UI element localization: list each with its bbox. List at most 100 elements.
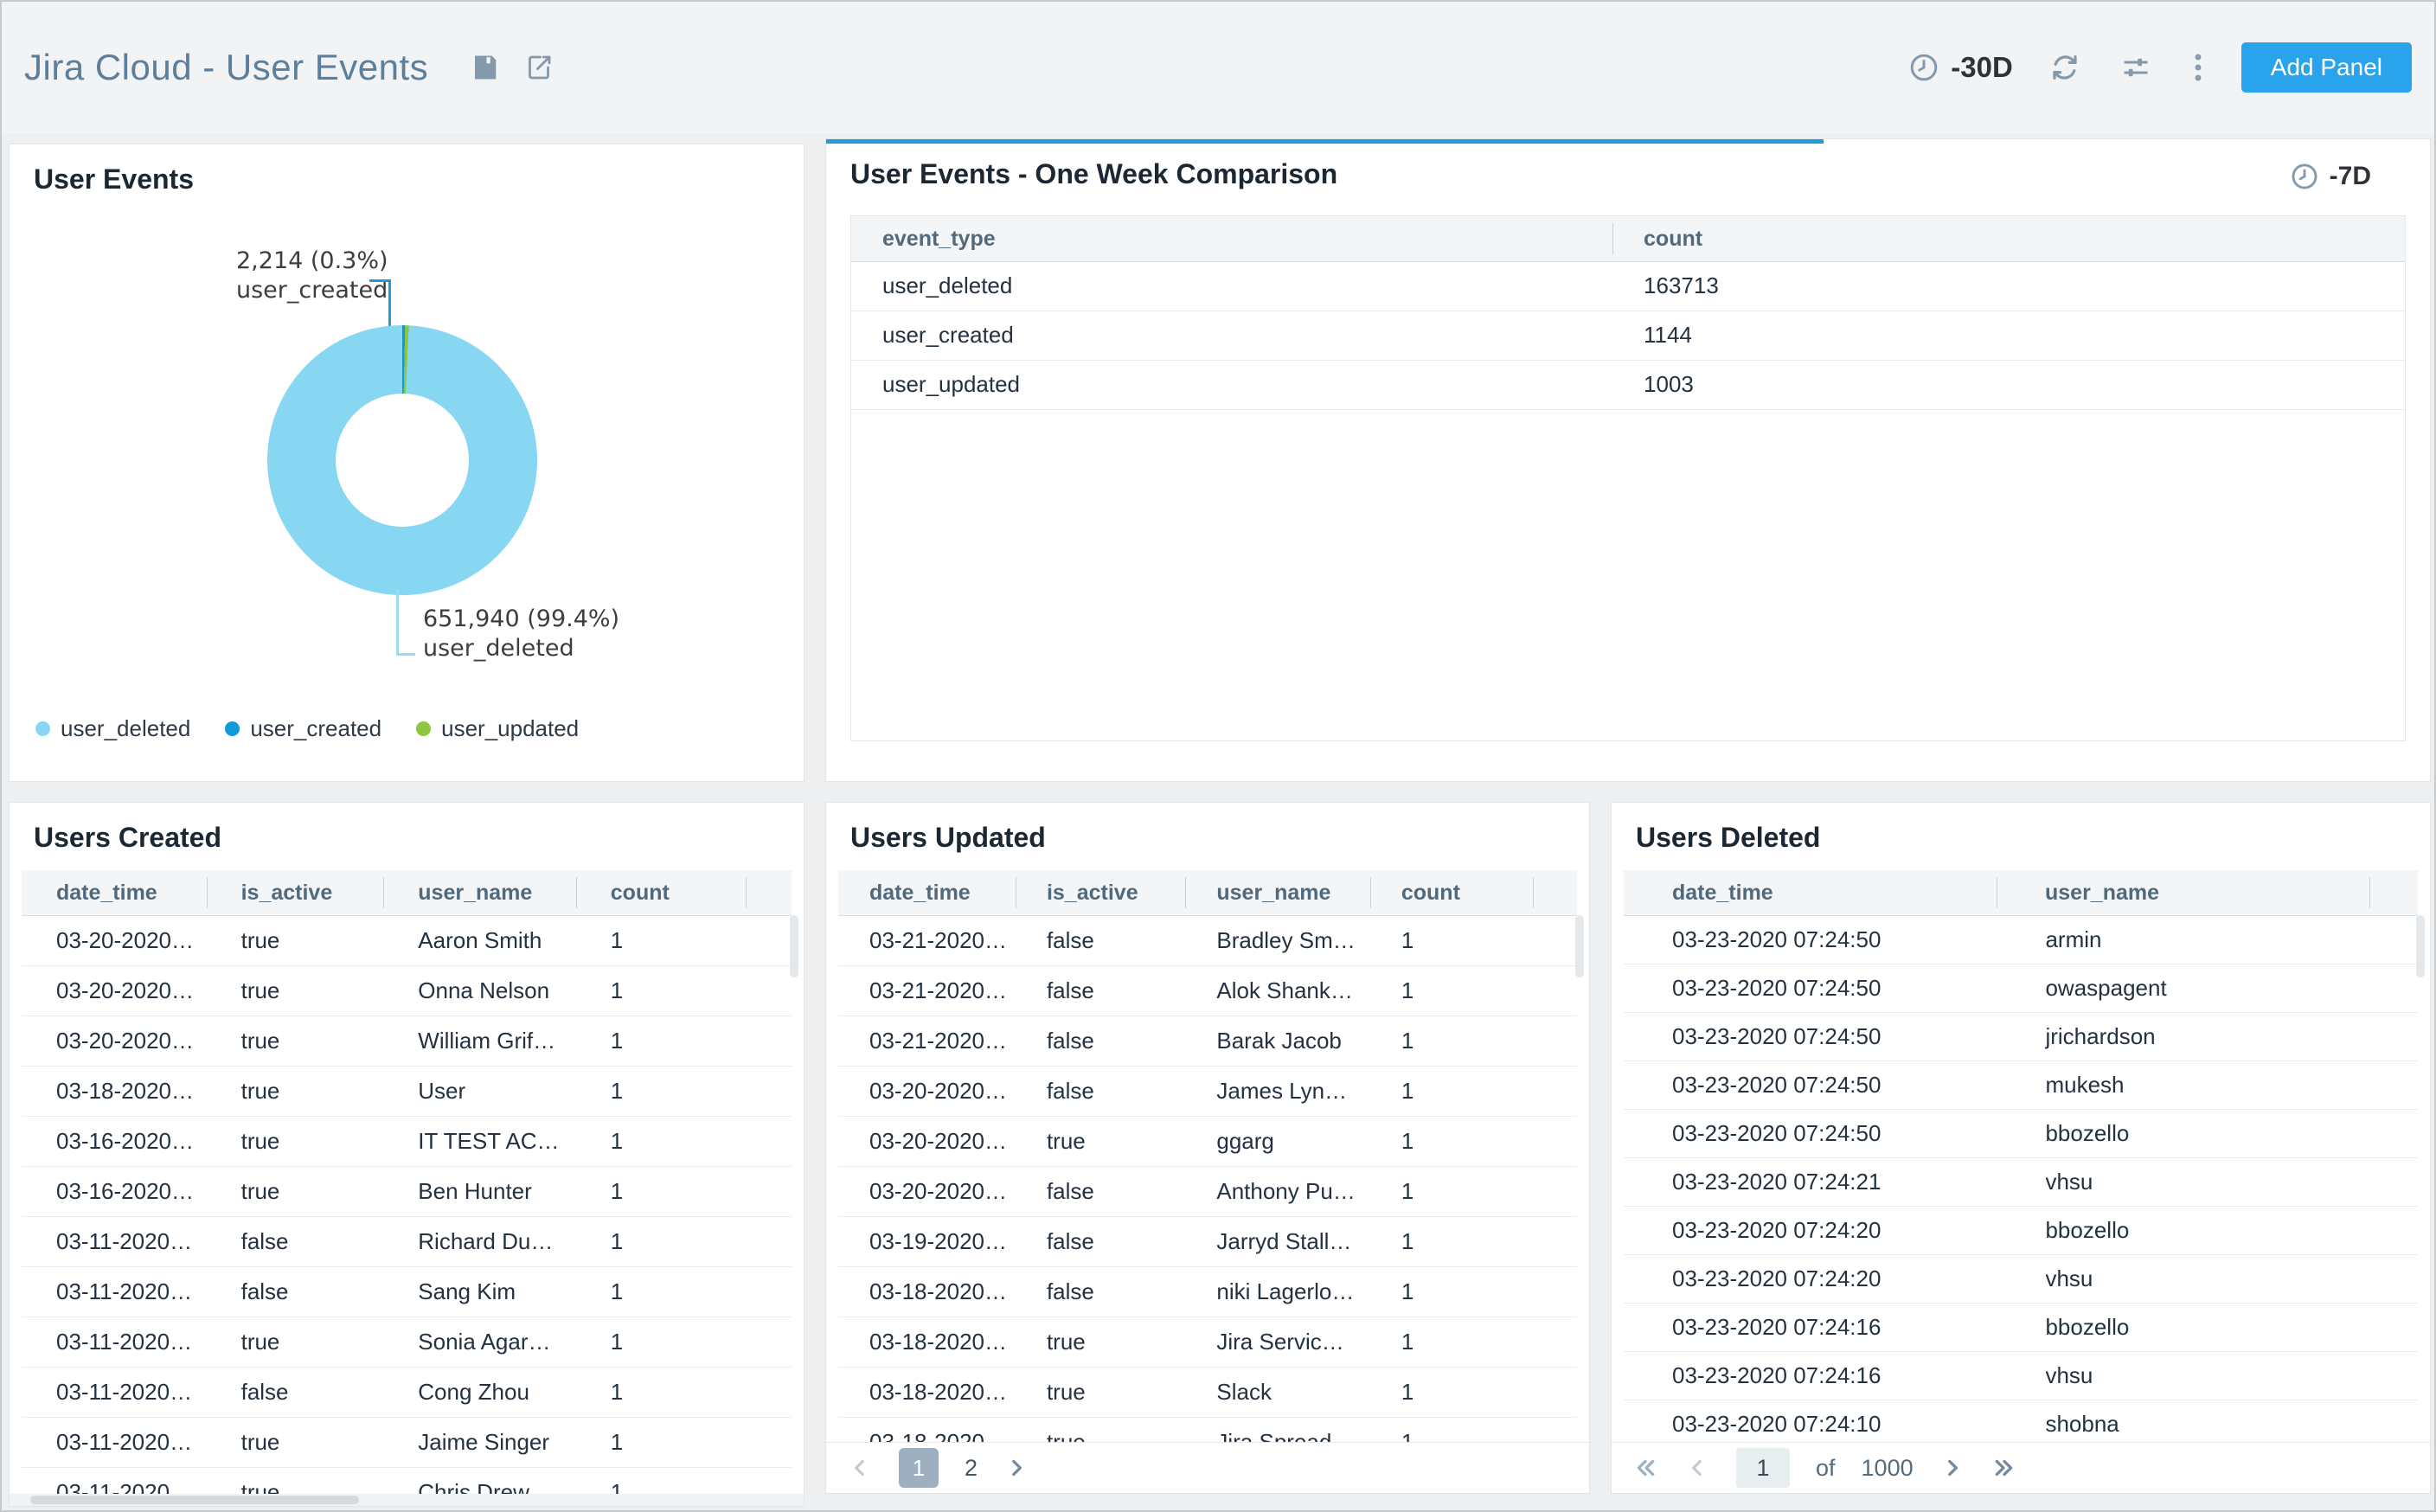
table-cell: User bbox=[383, 1067, 576, 1116]
table-cell: 1 bbox=[1370, 1267, 1533, 1317]
current-page-input[interactable]: 1 bbox=[1736, 1448, 1790, 1488]
kebab-menu-icon[interactable] bbox=[2188, 48, 2208, 86]
table-row[interactable]: 03-20-2020…trueAaron Smith1 bbox=[22, 916, 792, 966]
column-header-count[interactable]: count bbox=[576, 870, 746, 915]
column-header-is-active[interactable]: is_active bbox=[1016, 870, 1185, 915]
donut-chart[interactable] bbox=[267, 325, 537, 595]
table-cell: 1 bbox=[576, 1418, 746, 1467]
share-icon[interactable] bbox=[520, 48, 558, 86]
table-cell: true bbox=[1016, 1368, 1185, 1417]
table-row[interactable]: 03-18-2020…trueJira Servic…1 bbox=[838, 1317, 1577, 1368]
table-row[interactable]: 03-23-2020 07:24:20vhsu bbox=[1624, 1255, 2418, 1304]
table-row[interactable]: 03-23-2020 07:24:21vhsu bbox=[1624, 1158, 2418, 1207]
table-cell: true bbox=[1016, 1317, 1185, 1367]
column-header-count[interactable]: count bbox=[1612, 216, 2405, 261]
column-header-user-name[interactable]: user_name bbox=[1185, 870, 1370, 915]
table-body: 03-23-2020 07:24:50armin03-23-2020 07:24… bbox=[1624, 916, 2418, 1449]
column-header-event-type[interactable]: event_type bbox=[851, 216, 1612, 261]
callout-value: 651,940 (99.4%) bbox=[423, 605, 619, 634]
table-cell: Bradley Sm… bbox=[1185, 916, 1370, 965]
table-cell: 1 bbox=[1370, 1067, 1533, 1116]
table-row[interactable]: 03-21-2020…falseBarak Jacob1 bbox=[838, 1016, 1577, 1067]
table-header-row: date_time user_name bbox=[1624, 870, 2418, 916]
callout-value: 2,214 (0.3%) bbox=[236, 247, 388, 276]
table-row[interactable]: 03-23-2020 07:24:20bbozello bbox=[1624, 1207, 2418, 1255]
column-header-is-active[interactable]: is_active bbox=[207, 870, 384, 915]
chevron-right-icon[interactable] bbox=[1939, 1455, 1965, 1481]
chart-legend: user_deleted user_created user_updated bbox=[35, 715, 579, 742]
table-row[interactable]: 03-20-2020…trueggarg1 bbox=[838, 1117, 1577, 1167]
scrollbar-thumb[interactable] bbox=[30, 1496, 359, 1504]
table-row[interactable]: 03-18-2020…trueUser1 bbox=[22, 1067, 792, 1117]
table-row[interactable]: 03-23-2020 07:24:50owaspagent bbox=[1624, 964, 2418, 1013]
table-row[interactable]: 03-11-2020…falseRichard Du…1 bbox=[22, 1217, 792, 1267]
table-row[interactable]: 03-21-2020…falseAlok Shank…1 bbox=[838, 966, 1577, 1016]
table-row[interactable]: 03-23-2020 07:24:50armin bbox=[1624, 916, 2418, 964]
legend-item-user-created[interactable]: user_created bbox=[225, 715, 381, 742]
column-header-date-time[interactable]: date_time bbox=[1624, 870, 1997, 915]
add-panel-button[interactable]: Add Panel bbox=[2241, 42, 2412, 93]
table-cell: 03-23-2020 07:24:50 bbox=[1624, 964, 1997, 1012]
chevron-left-icon[interactable] bbox=[1684, 1455, 1710, 1481]
table-cell: 1 bbox=[576, 1067, 746, 1116]
table-row[interactable]: 03-23-2020 07:24:16vhsu bbox=[1624, 1352, 2418, 1400]
vertical-scrollbar[interactable] bbox=[790, 915, 798, 977]
column-header-user-name[interactable]: user_name bbox=[1997, 870, 2369, 915]
table-row[interactable]: 03-11-2020…trueJaime Singer1 bbox=[22, 1418, 792, 1468]
table-cell: Slack bbox=[1185, 1368, 1370, 1417]
table-row[interactable]: 03-19-2020…falseJarryd Stall…1 bbox=[838, 1217, 1577, 1267]
legend-item-user-updated[interactable]: user_updated bbox=[416, 715, 579, 742]
table-row[interactable]: 03-11-2020…falseSang Kim1 bbox=[22, 1267, 792, 1317]
table-row[interactable]: 03-20-2020…falseAnthony Pu…1 bbox=[838, 1167, 1577, 1217]
last-page-icon[interactable] bbox=[1991, 1455, 2017, 1481]
panel-one-week-comparison: User Events - One Week Comparison -7D ev… bbox=[825, 138, 2431, 782]
column-header-date-time[interactable]: date_time bbox=[838, 870, 1016, 915]
column-header-count[interactable]: count bbox=[1370, 870, 1533, 915]
page-button-2[interactable]: 2 bbox=[965, 1455, 978, 1482]
table-cell: 03-23-2020 07:24:16 bbox=[1624, 1352, 1997, 1400]
table-row[interactable]: 03-23-2020 07:24:16bbozello bbox=[1624, 1304, 2418, 1352]
table-row[interactable]: 03-20-2020…trueWilliam Grif…1 bbox=[22, 1016, 792, 1067]
table-row[interactable]: 03-23-2020 07:24:50bbozello bbox=[1624, 1110, 2418, 1158]
table-row[interactable]: 03-20-2020…falseJames Lyn…1 bbox=[838, 1067, 1577, 1117]
table-row[interactable]: 03-18-2020…falseniki Lagerlo…1 bbox=[838, 1267, 1577, 1317]
filters-icon[interactable] bbox=[2117, 48, 2155, 86]
table-row[interactable]: 03-16-2020…trueIT TEST AC…1 bbox=[22, 1117, 792, 1167]
table-row[interactable]: 03-18-2020…trueSlack1 bbox=[838, 1368, 1577, 1418]
table-cell: jrichardson bbox=[1997, 1013, 2369, 1060]
table-cell: false bbox=[207, 1217, 384, 1266]
chevron-left-icon[interactable] bbox=[847, 1455, 873, 1481]
time-range-selector[interactable]: -30D bbox=[1907, 51, 2013, 84]
table-row[interactable]: 03-11-2020…falseCong Zhou1 bbox=[22, 1368, 792, 1418]
page-button-1[interactable]: 1 bbox=[899, 1448, 939, 1488]
table-row[interactable]: 03-20-2020…trueOnna Nelson1 bbox=[22, 966, 792, 1016]
table-row[interactable]: 03-21-2020…falseBradley Sm…1 bbox=[838, 916, 1577, 966]
table-row[interactable]: 03-23-2020 07:24:50mukesh bbox=[1624, 1061, 2418, 1110]
panel-users-created: Users Created date_time is_active user_n… bbox=[9, 802, 805, 1507]
table-row[interactable]: 03-23-2020 07:24:50jrichardson bbox=[1624, 1013, 2418, 1061]
chevron-right-icon[interactable] bbox=[1003, 1455, 1029, 1481]
refresh-icon[interactable] bbox=[2046, 48, 2084, 86]
table-cell: Anthony Pu… bbox=[1185, 1167, 1370, 1216]
table-row[interactable]: 03-16-2020…trueBen Hunter1 bbox=[22, 1167, 792, 1217]
table-row[interactable]: user_updated1003 bbox=[851, 361, 2405, 410]
table-cell: true bbox=[207, 1016, 384, 1066]
table-row[interactable]: user_created1144 bbox=[851, 311, 2405, 361]
vertical-scrollbar[interactable] bbox=[2416, 915, 2425, 977]
table-cell: true bbox=[207, 1067, 384, 1116]
first-page-icon[interactable] bbox=[1632, 1455, 1658, 1481]
column-header-date-time[interactable]: date_time bbox=[22, 870, 207, 915]
panel-time-range[interactable]: -7D bbox=[2290, 162, 2371, 191]
legend-item-user-deleted[interactable]: user_deleted bbox=[35, 715, 190, 742]
column-header-user-name[interactable]: user_name bbox=[383, 870, 576, 915]
table-cell: niki Lagerlo… bbox=[1185, 1267, 1370, 1317]
table-cell: 03-11-2020… bbox=[22, 1317, 207, 1367]
vertical-scrollbar[interactable] bbox=[1575, 915, 1584, 977]
table-row[interactable]: user_deleted163713 bbox=[851, 262, 2405, 311]
table-cell: false bbox=[207, 1368, 384, 1417]
table-cell: shobna bbox=[1997, 1400, 2369, 1448]
horizontal-scrollbar[interactable] bbox=[10, 1494, 804, 1506]
save-icon[interactable] bbox=[466, 48, 504, 86]
table-row[interactable]: 03-11-2020…trueSonia Agar…1 bbox=[22, 1317, 792, 1368]
table-cell: Alok Shank… bbox=[1185, 966, 1370, 1015]
